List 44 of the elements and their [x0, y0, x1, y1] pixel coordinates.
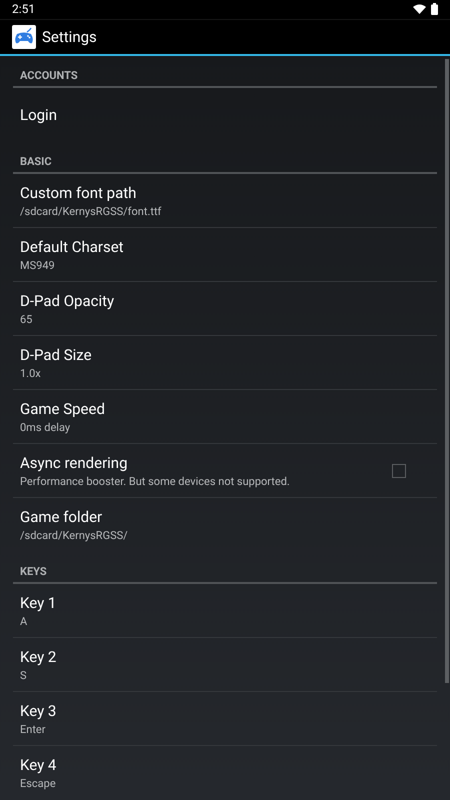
settings-item[interactable]: Key 1 A: [13, 584, 437, 638]
settings-item[interactable]: Key 4 Escape: [13, 746, 437, 800]
item-title: Game folder: [20, 508, 104, 526]
settings-item[interactable]: Async rendering Performance booster. But some devices not supported.: [13, 444, 437, 498]
settings-item[interactable]: Login: [13, 88, 437, 142]
item-summary: Performance booster. But some devices not supported.: [20, 474, 291, 488]
wifi-icon: [413, 4, 426, 14]
item-title: Login: [20, 106, 58, 124]
item-summary: S: [20, 668, 28, 682]
item-title: Game Speed: [20, 400, 106, 418]
gamepad-icon[interactable]: [12, 24, 36, 49]
item-summary: 0ms delay: [20, 420, 72, 434]
settings-item[interactable]: Game folder /sdcard/KernysRGSS/: [13, 498, 437, 552]
settings-item[interactable]: Custom font path /sdcard/KernysRGSS/font.ttf: [13, 174, 437, 228]
item-title: Key 2: [20, 648, 58, 666]
item-title: Key 4: [20, 756, 58, 774]
item-summary: 1.0x: [20, 366, 42, 380]
item-summary: Escape: [20, 777, 57, 790]
category-title: KEYS: [20, 565, 47, 578]
item-title: Key 3: [20, 702, 58, 720]
item-title: D-Pad Opacity: [20, 292, 116, 310]
item-summary: /sdcard/KernysRGSS/font.ttf: [20, 204, 162, 218]
item-summary: 65: [20, 312, 34, 326]
category-title: ACCOUNTS: [20, 69, 78, 82]
settings-item[interactable]: Key 3 Enter: [13, 692, 437, 746]
settings-item[interactable]: D-Pad Opacity 65: [13, 282, 437, 336]
item-title: Key 1: [20, 594, 58, 612]
item-summary: A: [20, 614, 28, 628]
item-summary: /sdcard/KernysRGSS/: [20, 529, 129, 542]
category-title: BASIC: [20, 155, 52, 168]
item-summary: MS949: [20, 258, 56, 272]
settings-item[interactable]: Key 2 S: [13, 638, 437, 692]
item-title: Default Charset: [20, 238, 125, 256]
settings-item[interactable]: D-Pad Size 1.0x: [13, 336, 437, 390]
item-summary: Enter: [20, 722, 46, 736]
settings-item[interactable]: Game Speed 0ms delay: [13, 390, 437, 444]
item-title: D-Pad Size: [20, 346, 93, 364]
battery-icon: [431, 3, 438, 16]
screen-title: Settings: [42, 28, 97, 46]
status-time: 2:51: [12, 2, 36, 16]
settings-item[interactable]: Default Charset MS949: [13, 228, 437, 282]
checkbox[interactable]: [392, 464, 406, 478]
item-title: Async rendering: [20, 454, 129, 472]
item-title: Custom font path: [20, 184, 138, 202]
